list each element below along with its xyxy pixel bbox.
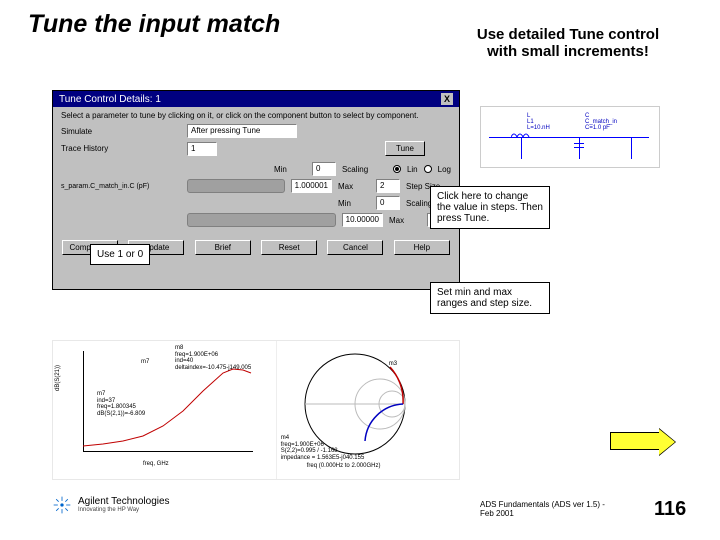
callout-set-ranges: Set min and max ranges and step size.: [430, 282, 550, 314]
db-s21-plot: dB(S(21)) freq, GHz m7 ind=37 freq=1.800…: [53, 341, 277, 479]
callout-use-1-or-0: Use 1 or 0: [90, 244, 150, 265]
marker-m4-box: m4 freq=1.900E+06 S(2,2)=0.995 / -1.168 …: [281, 435, 365, 461]
close-icon[interactable]: X: [441, 93, 453, 105]
reset-button[interactable]: Reset: [261, 240, 317, 255]
trace-history-input[interactable]: 1: [187, 142, 217, 156]
marker-m7-tag: m7: [141, 359, 149, 365]
callout-click-change: Click here to change the value in steps.…: [430, 186, 550, 229]
next-arrow-icon[interactable]: [610, 432, 660, 450]
xlabel: freq, GHz: [143, 461, 169, 467]
schematic-l-block: L L1 L=10.nH: [527, 113, 550, 131]
smith-chart: m3 freq (0.000Hz to 2.000GHz) m4 freq=1.…: [277, 341, 459, 479]
log-radio[interactable]: [424, 165, 432, 173]
slide-subtitle: Use detailed Tune control with small inc…: [468, 26, 668, 60]
dialog-titlebar[interactable]: Tune Control Details: 1 X: [53, 91, 459, 107]
agilent-spark-icon: [52, 495, 72, 515]
help-button[interactable]: Help: [394, 240, 450, 255]
max-input-1[interactable]: 2: [376, 179, 400, 193]
lin-label: Lin: [407, 165, 418, 174]
log-label: Log: [438, 165, 451, 174]
min-input-2[interactable]: 0: [376, 196, 400, 210]
smith-footer: freq (0.000Hz to 2.000GHz): [307, 463, 381, 469]
slider2[interactable]: [187, 213, 336, 227]
schematic-thumbnail: L L1 L=10.nH C C_match_in C=1.0 pF: [480, 106, 660, 168]
lin-radio[interactable]: [393, 165, 401, 173]
slider2-value[interactable]: 10.00000: [342, 213, 383, 227]
slide-title: Tune the input match: [28, 10, 280, 39]
min-label-2: Min: [338, 199, 370, 208]
slider1-label: s_param.C_match_in.C (pF): [61, 183, 181, 190]
trace-history-label: Trace History: [61, 144, 181, 153]
marker-m7-box: m7 ind=37 freq=1.800345 dB(S(2,1))=-6.80…: [97, 391, 145, 417]
scaling-label: Scaling: [342, 165, 387, 174]
max-label-2: Max: [389, 216, 421, 225]
slider1-value[interactable]: 1.000001: [291, 179, 332, 193]
max-label-1: Max: [338, 182, 370, 191]
dialog-title-text: Tune Control Details: 1: [59, 94, 161, 105]
marker-m8-box: m8 freq=1.900E+06 ind=40 deltaindex=-10.…: [175, 345, 251, 371]
footer-course: ADS Fundamentals (ADS ver 1.5) - Feb 200…: [480, 500, 620, 518]
simulate-label: Simulate: [61, 127, 181, 136]
brief-button[interactable]: Brief: [195, 240, 251, 255]
cancel-button[interactable]: Cancel: [327, 240, 383, 255]
simulate-select[interactable]: After pressing Tune: [187, 124, 297, 138]
slider1[interactable]: [187, 179, 285, 193]
dialog-instruction: Select a parameter to tune by clicking o…: [61, 111, 451, 120]
tune-button[interactable]: Tune: [385, 141, 425, 156]
result-plots: dB(S(21)) freq, GHz m7 ind=37 freq=1.800…: [52, 340, 460, 480]
marker-m3-tag: m3: [389, 361, 397, 367]
min-label-1: Min: [274, 165, 306, 174]
schematic-c-block: C C_match_in C=1.0 pF: [585, 113, 617, 131]
footer-company: Agilent Technologies: [78, 497, 170, 507]
min-input-1[interactable]: 0: [312, 162, 336, 176]
page-number: 116: [654, 498, 686, 521]
ylabel: dB(S(21)): [55, 365, 61, 391]
footer-tagline: Innovating the HP Way: [78, 507, 170, 513]
footer-logo: Agilent Technologies Innovating the HP W…: [52, 495, 170, 515]
